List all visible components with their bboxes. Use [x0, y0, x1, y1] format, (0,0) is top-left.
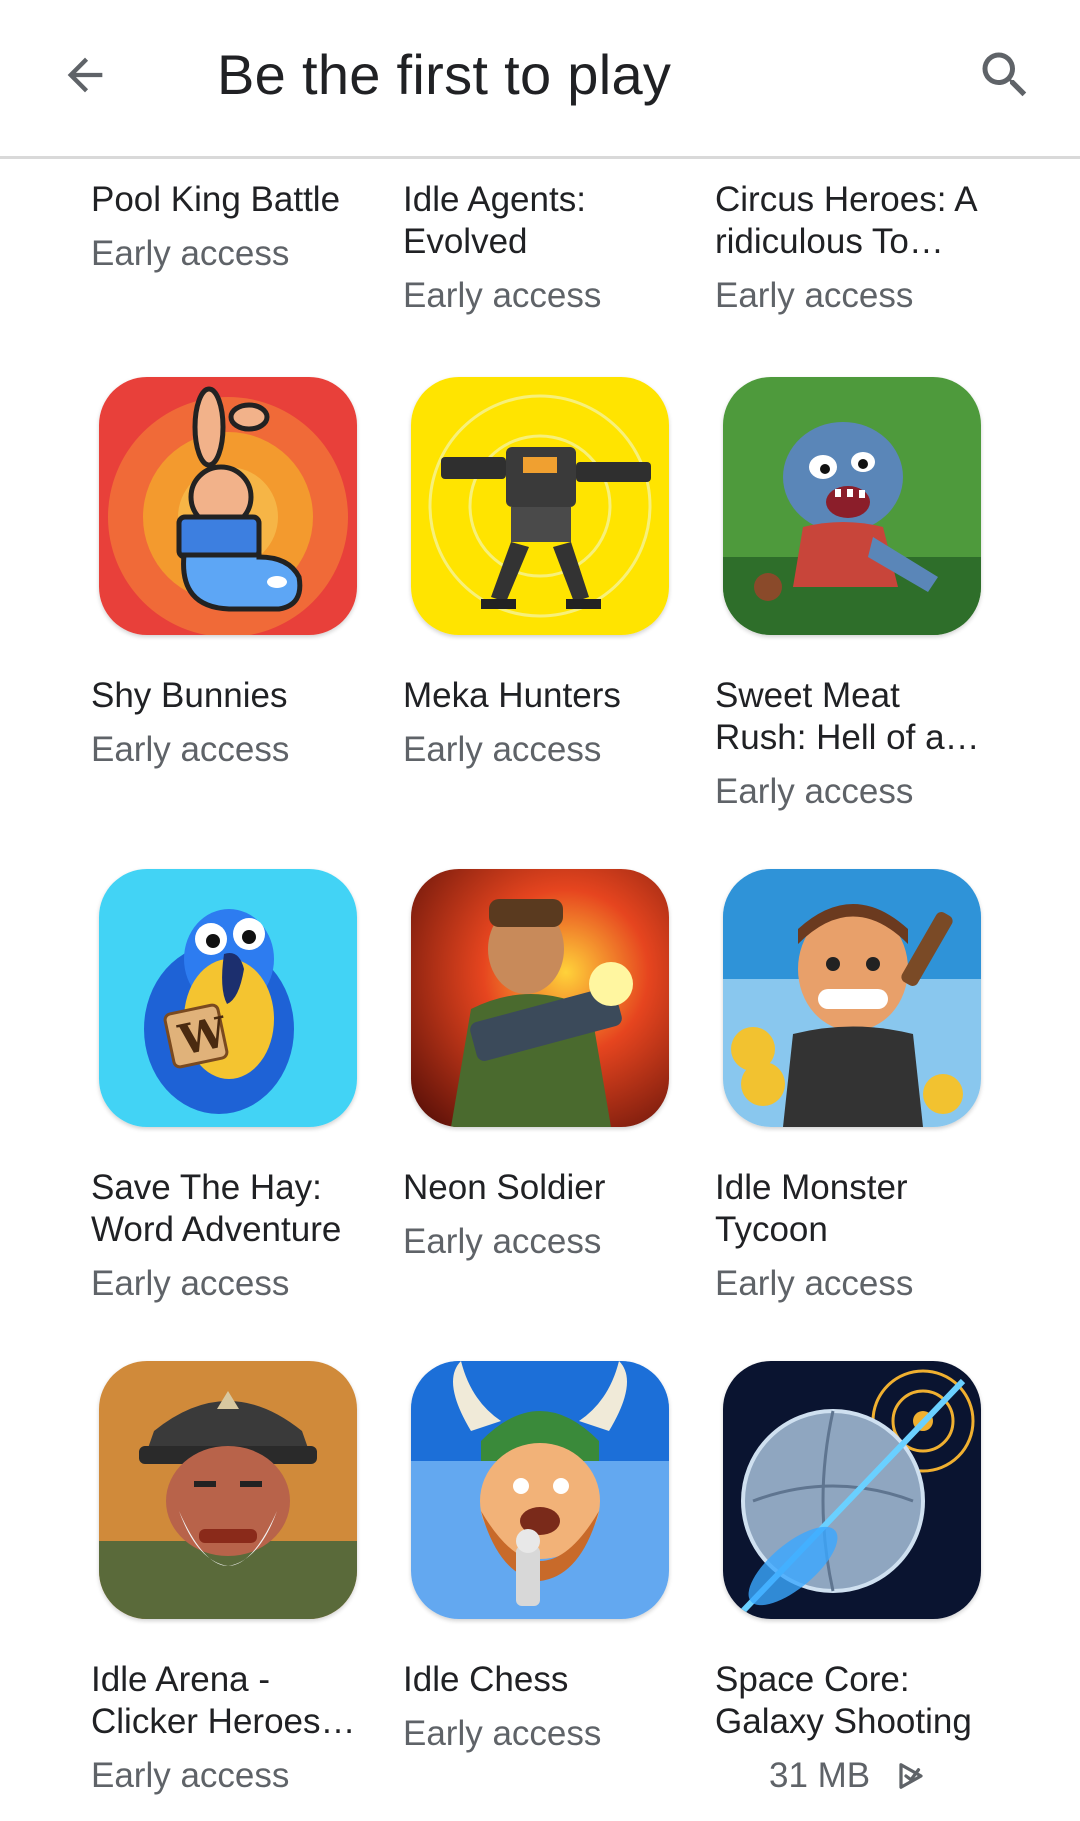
- app-bar: Be the first to play: [0, 0, 1080, 159]
- mech-robot-icon: [411, 377, 669, 635]
- app-card[interactable]: Idle Monster Tycoon Early access: [715, 869, 985, 1305]
- app-grid: Pool King Battle Early access Idle Agent…: [0, 159, 1080, 1821]
- app-card[interactable]: Neon Soldier Early access: [403, 869, 673, 1263]
- app-name: Idle Monster Tycoon: [715, 1168, 908, 1249]
- app-card[interactable]: Shy Bunnies Early access: [91, 377, 361, 771]
- viking-chess-icon: [411, 1361, 669, 1619]
- app-card[interactable]: Idle Arena - Clicker Heroes … Early acce…: [91, 1361, 361, 1797]
- zombie-monster-icon: [723, 377, 981, 635]
- page-title: Be the first to play: [217, 43, 672, 106]
- app-name: Save The Hay: Word Adventure: [91, 1168, 342, 1249]
- app-status: Early access: [715, 1264, 914, 1303]
- app-card[interactable]: Circus Heroes: A ridiculous To… Early ac…: [715, 179, 985, 317]
- app-card[interactable]: Idle Chess Early access: [403, 1361, 673, 1755]
- size-text: 31 MB: [769, 1756, 871, 1795]
- play-pass-icon: [899, 1763, 923, 1789]
- app-name: Sweet Meat Rush: Hell of a …: [715, 676, 945, 757]
- back-button[interactable]: [50, 40, 120, 110]
- app-name: Idle Chess: [403, 1660, 569, 1699]
- app-card[interactable]: Sweet Meat Rush: Hell of a … Early acces…: [715, 377, 985, 813]
- search-button[interactable]: [970, 40, 1040, 110]
- app-status: Early access: [715, 772, 914, 811]
- app-name: Pool King Battle: [91, 180, 341, 219]
- app-status: Early access: [403, 1714, 602, 1753]
- app-card[interactable]: Space Core: Galaxy Shooting 31 MB: [715, 1361, 985, 1797]
- app-card[interactable]: Pool King Battle Early access: [91, 179, 361, 275]
- app-status: Early access: [91, 730, 290, 769]
- app-card[interactable]: Meka Hunters Early access: [403, 377, 673, 771]
- app-name: Space Core: Galaxy Shooting: [715, 1660, 972, 1741]
- app-name: Meka Hunters: [403, 676, 621, 715]
- app-card[interactable]: W Save The Hay: Word Adventure Early acc…: [91, 869, 361, 1305]
- app-status: Early access: [91, 1756, 290, 1795]
- app-status: Early access: [715, 276, 914, 315]
- soldier-gun-icon: [411, 869, 669, 1127]
- app-status: Early access: [91, 234, 290, 273]
- app-name: Idle Agents: Evolved: [403, 180, 586, 261]
- app-status: Early access: [403, 730, 602, 769]
- app-name: Circus Heroes: A ridiculous To…: [715, 180, 976, 261]
- search-icon: [982, 52, 1027, 97]
- app-status: Early access: [403, 276, 602, 315]
- app-card[interactable]: Idle Agents: Evolved Early access: [403, 179, 673, 317]
- bunny-in-boot-icon: [99, 377, 357, 635]
- planet-core-icon: [723, 1361, 981, 1619]
- parrot-letter-icon: W: [99, 869, 357, 1127]
- download-size: 31 MB: [769, 1755, 926, 1797]
- arrow-left-icon: [67, 57, 103, 93]
- app-name: Idle Arena - Clicker Heroes …: [91, 1660, 321, 1741]
- app-name: Neon Soldier: [403, 1168, 606, 1207]
- app-status: Early access: [403, 1222, 602, 1261]
- app-status: Early access: [91, 1264, 290, 1303]
- old-warrior-icon: [99, 1361, 357, 1619]
- app-meta: 31 MB: [715, 1755, 985, 1797]
- hunter-man-icon: [723, 869, 981, 1127]
- app-name: Shy Bunnies: [91, 676, 288, 715]
